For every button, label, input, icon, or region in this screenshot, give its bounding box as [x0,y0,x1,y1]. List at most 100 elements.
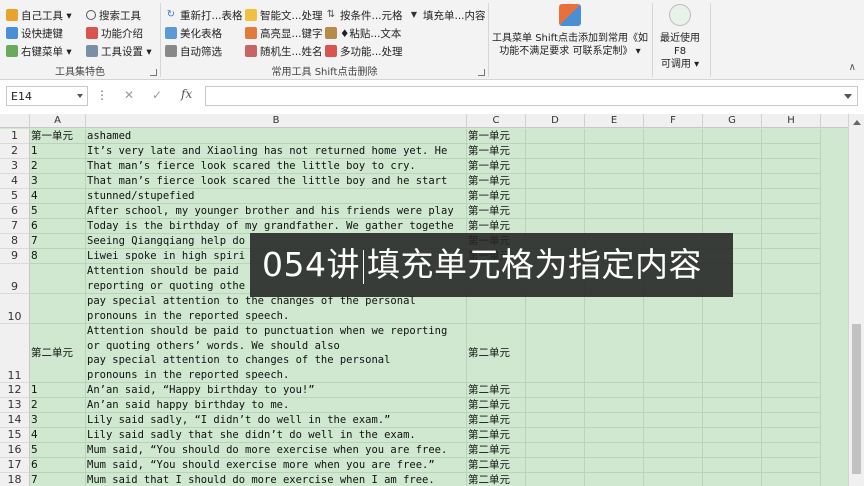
column-header-d[interactable]: D [526,114,585,128]
cell-e[interactable] [585,428,644,443]
cell-a[interactable]: 8 [30,249,86,264]
cell-h[interactable] [762,324,821,383]
cell-c[interactable]: 第一单元 [467,144,526,159]
cell-d[interactable] [526,428,585,443]
cell-a[interactable]: 1 [30,383,86,398]
cell-f[interactable] [644,473,703,486]
recent-used-button[interactable]: 最近使用 F8 可调用 ▾ [654,4,706,71]
row-header[interactable]: 10 [0,294,30,324]
cell-c[interactable]: 第二单元 [467,398,526,413]
expand-formula-icon[interactable] [844,94,852,99]
cell-b[interactable]: Mum said, “You should do more exercise w… [86,443,467,458]
cell-d[interactable] [526,159,585,174]
column-header-b[interactable]: B [86,114,467,128]
cell-a[interactable]: 6 [30,458,86,473]
cell-e[interactable] [585,324,644,383]
row-header[interactable]: 4 [0,174,30,189]
dialog-launcher-icon[interactable] [150,69,157,76]
cell-e[interactable] [585,458,644,473]
cell-d[interactable] [526,129,585,144]
cell-h[interactable] [762,264,821,294]
cell-f[interactable] [644,219,703,234]
formula-input[interactable] [205,86,858,106]
cell-b[interactable]: ashamed [86,129,467,144]
cell-a[interactable]: 第二单元 [30,324,86,383]
chevron-down-icon[interactable] [77,94,83,98]
cell-d[interactable] [526,204,585,219]
cell-b[interactable]: That man’s fierce look scared the little… [86,174,467,189]
cell-h[interactable] [762,458,821,473]
cell-h[interactable] [762,159,821,174]
cell-e[interactable] [585,473,644,486]
row-header[interactable]: 13 [0,398,30,413]
cancel-icon[interactable]: ✕ [124,88,134,102]
highlight-keyword-button[interactable]: 高亮显...键字 [245,24,323,42]
cell-f[interactable] [644,159,703,174]
column-header-e[interactable]: E [585,114,644,128]
search-tools-button[interactable]: 搜索工具 [86,6,141,24]
cell-g[interactable] [703,144,762,159]
cell-g[interactable] [703,174,762,189]
cell-e[interactable] [585,383,644,398]
cell-b[interactable]: That man’s fierce look scared the little… [86,159,467,174]
column-header-a[interactable]: A [30,114,86,128]
cell-f[interactable] [644,428,703,443]
set-shortcut-button[interactable]: 设快捷键 [6,24,63,42]
cell-f[interactable] [644,324,703,383]
row-header[interactable]: 17 [0,458,30,473]
cell-h[interactable] [762,129,821,144]
cell-g[interactable] [703,294,762,324]
cell-c[interactable]: 第一单元 [467,159,526,174]
cell-f[interactable] [644,398,703,413]
cell-d[interactable] [526,144,585,159]
insert-function-icon[interactable]: fx [181,87,192,101]
cell-e[interactable] [585,219,644,234]
cell-f[interactable] [644,458,703,473]
dialog-launcher-icon[interactable] [478,69,485,76]
cell-a[interactable]: 7 [30,234,86,249]
cell-c[interactable]: 第二单元 [467,324,526,383]
cell-c[interactable]: 第一单元 [467,174,526,189]
row-header[interactable]: 7 [0,219,30,234]
cell-b[interactable]: stunned/stupefied [86,189,467,204]
cell-h[interactable] [762,413,821,428]
beautify-table-button[interactable]: 美化表格 [165,24,222,42]
row-header[interactable]: 18 [0,473,30,486]
cell-e[interactable] [585,443,644,458]
feature-intro-button[interactable]: 功能介绍 [86,24,143,42]
cell-c[interactable]: 第一单元 [467,219,526,234]
cell-a[interactable]: 4 [30,189,86,204]
row-header[interactable]: 9 [0,264,30,294]
row-header[interactable]: 12 [0,383,30,398]
row-header[interactable]: 11 [0,324,30,383]
cell-g[interactable] [703,189,762,204]
row-header[interactable]: 3 [0,159,30,174]
cell-c[interactable]: 第二单元 [467,383,526,398]
cell-e[interactable] [585,174,644,189]
column-header-h[interactable]: H [762,114,821,128]
cell-g[interactable] [703,383,762,398]
more-options-icon[interactable]: ⋮ [96,88,108,102]
cell-b[interactable]: Lily said sadly, “I didn’t do well in th… [86,413,467,428]
cell-c[interactable]: 第二单元 [467,458,526,473]
cell-f[interactable] [644,443,703,458]
cell-a[interactable]: 4 [30,428,86,443]
cell-b[interactable]: An’an said, “Happy birthday to you!” [86,383,467,398]
column-header-g[interactable]: G [703,114,762,128]
cell-a[interactable]: 6 [30,219,86,234]
cell-g[interactable] [703,473,762,486]
column-header-c[interactable]: C [467,114,526,128]
cell-d[interactable] [526,324,585,383]
cell-b[interactable]: Mum said that I should do more exercise … [86,473,467,486]
right-menu-button[interactable]: 右键菜单 ▾ [6,42,72,60]
cell-c[interactable]: 第一单元 [467,189,526,204]
cell-d[interactable] [526,383,585,398]
cell-d[interactable] [526,219,585,234]
cell-b[interactable]: Attention should be paid to punctuation … [86,324,467,383]
row-header[interactable]: 8 [0,234,30,249]
cell-h[interactable] [762,204,821,219]
cell-g[interactable] [703,428,762,443]
cell-d[interactable] [526,294,585,324]
cell-f[interactable] [644,204,703,219]
cell-d[interactable] [526,413,585,428]
